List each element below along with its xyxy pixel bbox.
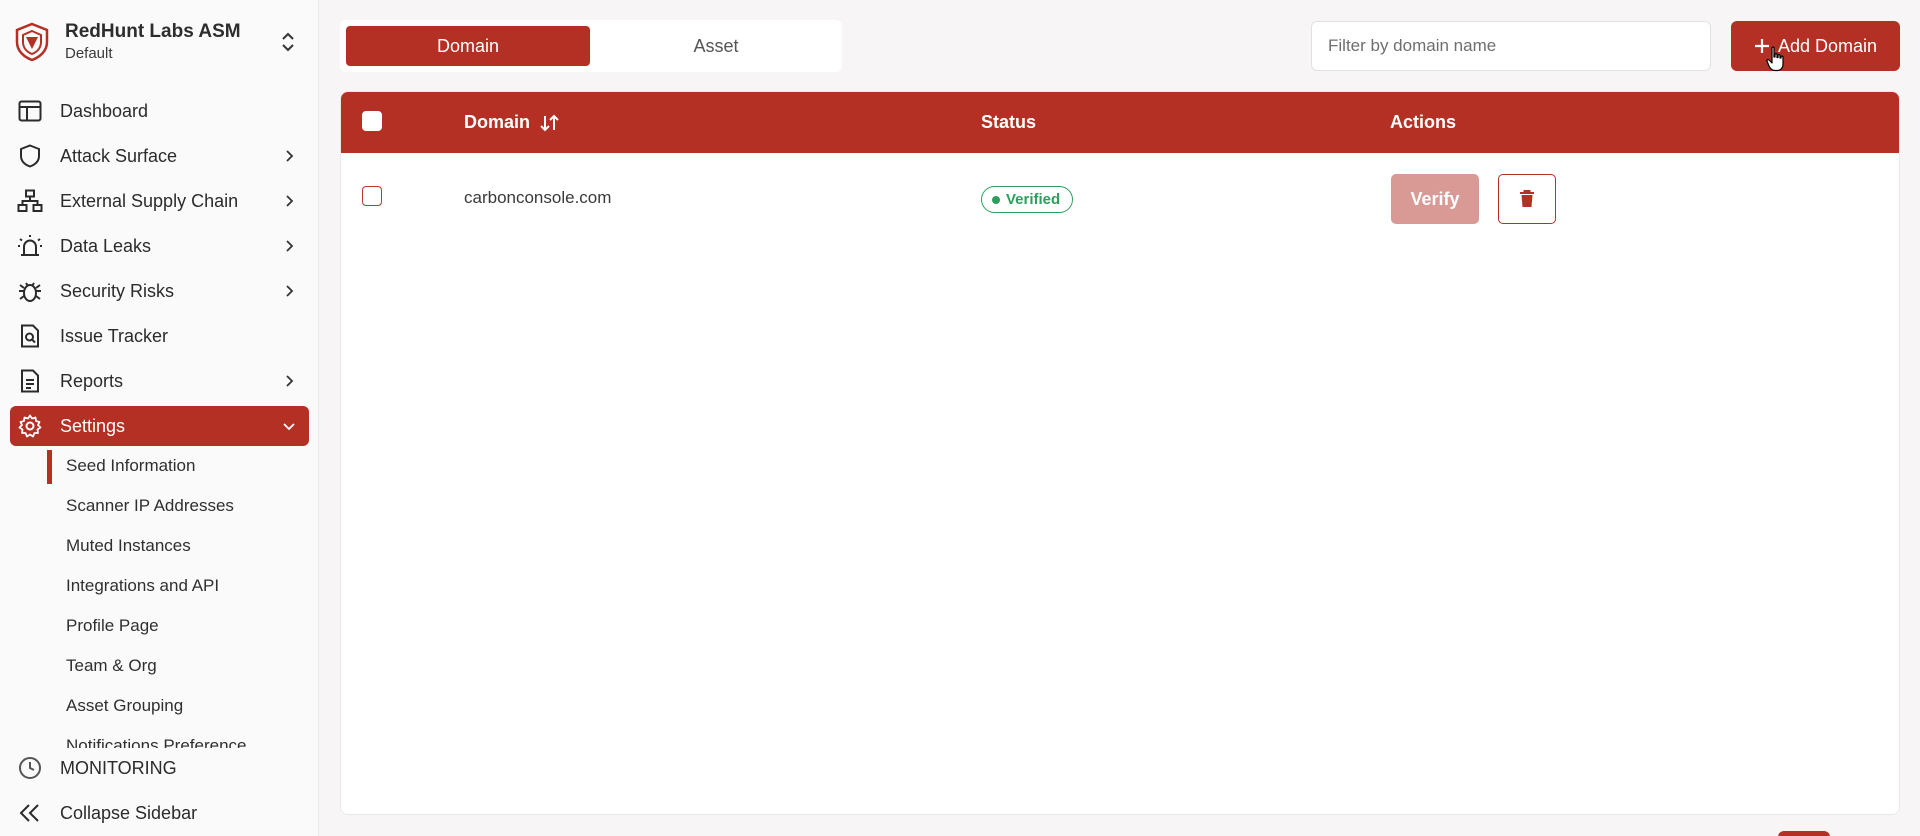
sidebar-item-label: External Supply Chain (60, 190, 239, 211)
chevron-down-icon (283, 423, 295, 431)
sort-icon (540, 114, 559, 131)
submenu-muted-instances[interactable]: Muted Instances (66, 536, 191, 556)
sidebar-item-monitoring[interactable]: MONITORING (10, 748, 309, 788)
trash-icon (1520, 190, 1534, 207)
domain-filter-input[interactable] (1311, 21, 1711, 71)
brand-name: RedHunt Labs ASM (65, 21, 241, 42)
submenu-notifications-preference[interactable]: Notifications Preference (66, 736, 246, 748)
network-icon (17, 189, 43, 213)
table-header: Domain Status Actions (341, 92, 1899, 153)
sidebar-item-attack-surface[interactable]: Attack Surface (10, 136, 309, 176)
document-icon (17, 369, 43, 393)
settings-submenu: Seed Information Scanner IP Addresses Mu… (0, 440, 319, 748)
sidebar: RedHunt Labs ASM Default Dashboard Attac… (0, 0, 319, 836)
add-domain-button[interactable]: Add Domain (1731, 21, 1900, 71)
row-checkbox[interactable] (362, 186, 382, 206)
delete-button[interactable] (1498, 174, 1556, 224)
chevron-right-icon (286, 240, 294, 252)
submenu-seed-information[interactable]: Seed Information (66, 456, 195, 476)
column-header-status: Status (981, 112, 1037, 132)
chevron-up-down-icon (282, 32, 294, 52)
sidebar-item-label: Issue Tracker (60, 325, 169, 346)
sidebar-item-label: Dashboard (60, 100, 149, 121)
sidebar-item-label: Security Risks (60, 280, 175, 301)
add-domain-label: Add Domain (1777, 35, 1878, 56)
sidebar-item-data-leaks[interactable]: Data Leaks (10, 226, 309, 266)
status-dot (992, 195, 1000, 204)
workspace-name: Default (65, 45, 113, 62)
sidebar-item-reports[interactable]: Reports (10, 361, 309, 401)
sidebar-item-issue-tracker[interactable]: Issue Tracker (10, 316, 309, 356)
column-header-domain[interactable]: Domain (464, 92, 560, 153)
view-tabs: Domain Asset (340, 20, 842, 72)
chevrons-left-icon (17, 801, 43, 825)
layout-icon (17, 99, 43, 123)
column-header-domain-label: Domain (464, 112, 531, 132)
submenu-profile-page[interactable]: Profile Page (66, 616, 159, 636)
clock-icon (17, 756, 43, 780)
tab-asset[interactable]: Asset (596, 26, 836, 66)
domain-table: Domain Status Actions carbonconsole.com … (340, 91, 1900, 815)
chevron-right-icon (286, 285, 294, 297)
column-header-actions: Actions (1390, 112, 1457, 132)
file-search-icon (17, 324, 43, 348)
status-badge: Verified (981, 186, 1074, 213)
submenu-team-org[interactable]: Team & Org (66, 656, 157, 676)
sidebar-item-label: Settings (60, 415, 126, 436)
sidebar-item-label: Collapse Sidebar (60, 802, 198, 823)
submenu-asset-grouping[interactable]: Asset Grouping (66, 696, 183, 716)
domain-cell: carbonconsole.com (464, 188, 612, 207)
gear-icon (17, 414, 43, 438)
status-label: Verified (1006, 191, 1061, 208)
chevron-right-icon (286, 150, 294, 162)
workspace-switcher[interactable]: RedHunt Labs ASM Default (14, 18, 306, 66)
sidebar-item-label: Attack Surface (60, 145, 178, 166)
sidebar-item-security-risks[interactable]: Security Risks (10, 271, 309, 311)
app-root: RedHunt Labs ASM Default Dashboard Attac… (0, 0, 1920, 836)
shield-icon (17, 144, 43, 168)
chevron-right-icon (286, 375, 294, 387)
tab-domain[interactable]: Domain (346, 26, 590, 66)
bug-icon (17, 279, 43, 303)
select-all-checkbox[interactable] (362, 111, 382, 131)
submenu-integrations-and-api[interactable]: Integrations and API (66, 576, 219, 596)
pagination-button[interactable] (1778, 831, 1830, 836)
verify-button[interactable]: Verify (1391, 174, 1479, 224)
shield-logo-icon (15, 22, 49, 62)
sidebar-item-label: MONITORING (60, 757, 177, 778)
collapse-sidebar-button[interactable]: Collapse Sidebar (10, 793, 309, 833)
sidebar-item-label: Reports (60, 370, 124, 391)
sidebar-item-label: Data Leaks (60, 235, 152, 256)
sidebar-item-dashboard[interactable]: Dashboard (10, 91, 309, 131)
sidebar-item-external-supply-chain[interactable]: External Supply Chain (10, 181, 309, 221)
hand-cursor-icon (1766, 46, 1784, 72)
alarm-icon (17, 234, 43, 258)
chevron-right-icon (286, 195, 294, 207)
submenu-scanner-ip-addresses[interactable]: Scanner IP Addresses (66, 496, 234, 516)
